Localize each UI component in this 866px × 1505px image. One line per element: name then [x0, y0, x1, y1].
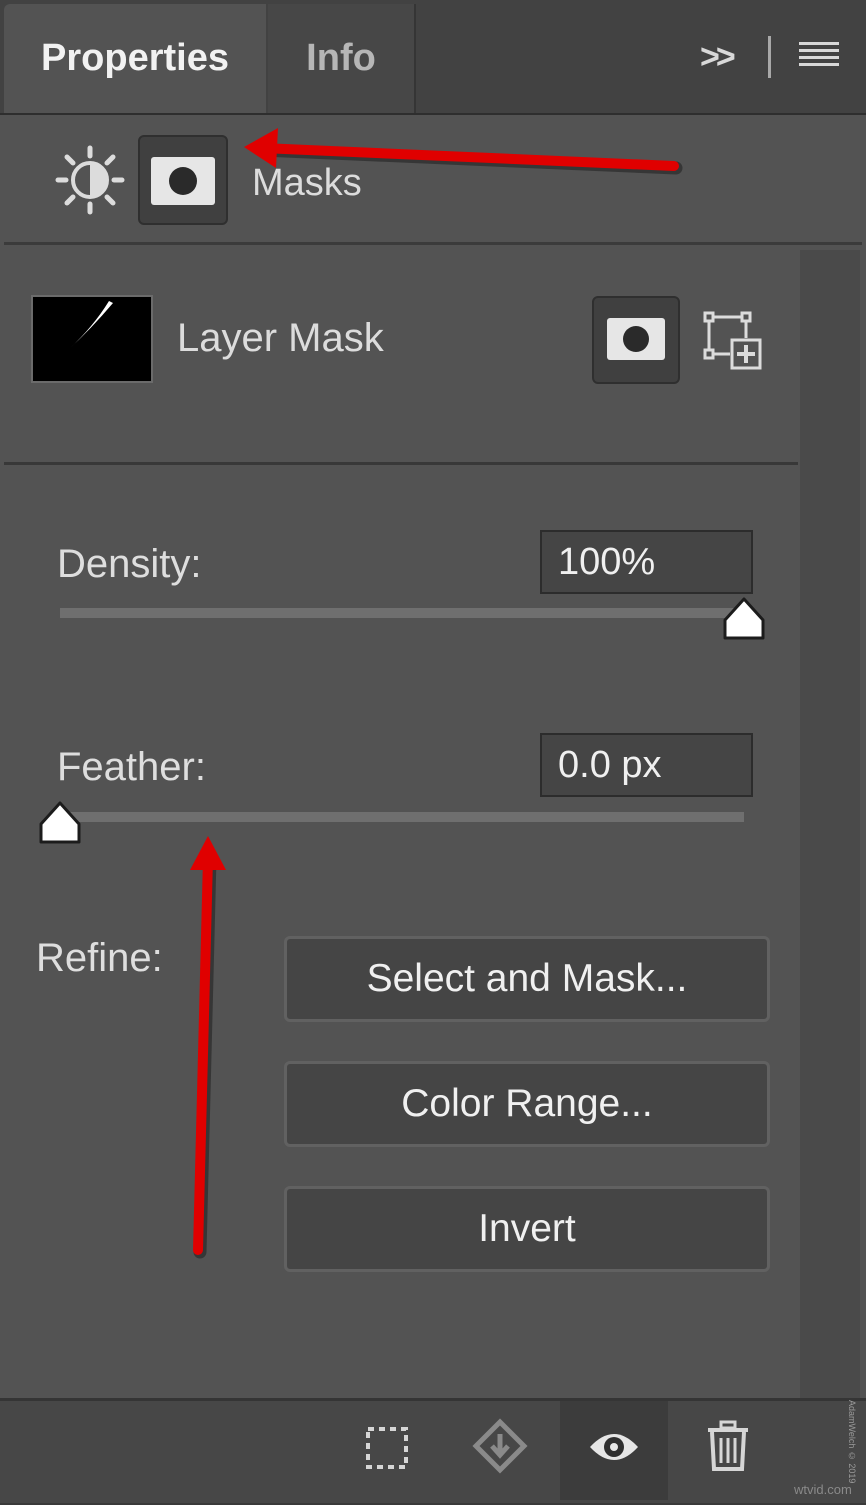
invert-button[interactable]: Invert [284, 1186, 770, 1272]
properties-panel: Properties Info >> Masks Layer Mask Dens… [0, 0, 866, 1503]
watermark: AdamWelch © 2019 [847, 1400, 857, 1484]
feather-slider-track[interactable] [60, 812, 744, 822]
collapse-panel-icon[interactable]: >> [700, 38, 746, 78]
mode-label: Masks [252, 162, 362, 204]
scrollbar-track[interactable] [800, 250, 860, 1398]
site-credit: wtvid.com [794, 1482, 852, 1497]
feather-input[interactable]: 0.0 px [540, 733, 753, 797]
panel-menu-icon[interactable] [799, 42, 839, 72]
density-slider-track[interactable] [60, 608, 744, 618]
density-slider-thumb[interactable] [722, 596, 766, 642]
mode-header [4, 116, 862, 245]
selection-icon[interactable] [365, 1426, 409, 1470]
feather-label: Feather: [57, 745, 206, 789]
color-range-button[interactable]: Color Range... [284, 1061, 770, 1147]
pixel-mask-button[interactable] [592, 296, 680, 384]
eye-icon [590, 1434, 638, 1460]
feather-slider-thumb[interactable] [38, 800, 82, 846]
eye-toggle-button[interactable] [560, 1401, 668, 1500]
select-and-mask-button[interactable]: Select and Mask... [284, 936, 770, 1022]
add-vector-mask-icon[interactable] [702, 310, 764, 370]
adjustments-icon[interactable] [52, 142, 128, 218]
density-label: Density: [57, 542, 202, 586]
refine-label: Refine: [36, 936, 163, 980]
density-input[interactable]: 100% [540, 530, 753, 594]
tab-properties[interactable]: Properties [4, 4, 266, 113]
tab-info[interactable]: Info [268, 4, 416, 113]
arrow-annotation-feather [190, 836, 226, 1259]
apply-mask-icon[interactable] [472, 1418, 528, 1474]
tab-divider [768, 36, 771, 78]
pixel-mask-icon [607, 318, 665, 360]
layer-mask-title: Layer Mask [177, 316, 384, 360]
mask-thumbnail[interactable] [31, 295, 153, 383]
mask-icon [151, 157, 215, 205]
masks-mode-button[interactable] [138, 135, 228, 225]
trash-icon[interactable] [706, 1420, 750, 1472]
